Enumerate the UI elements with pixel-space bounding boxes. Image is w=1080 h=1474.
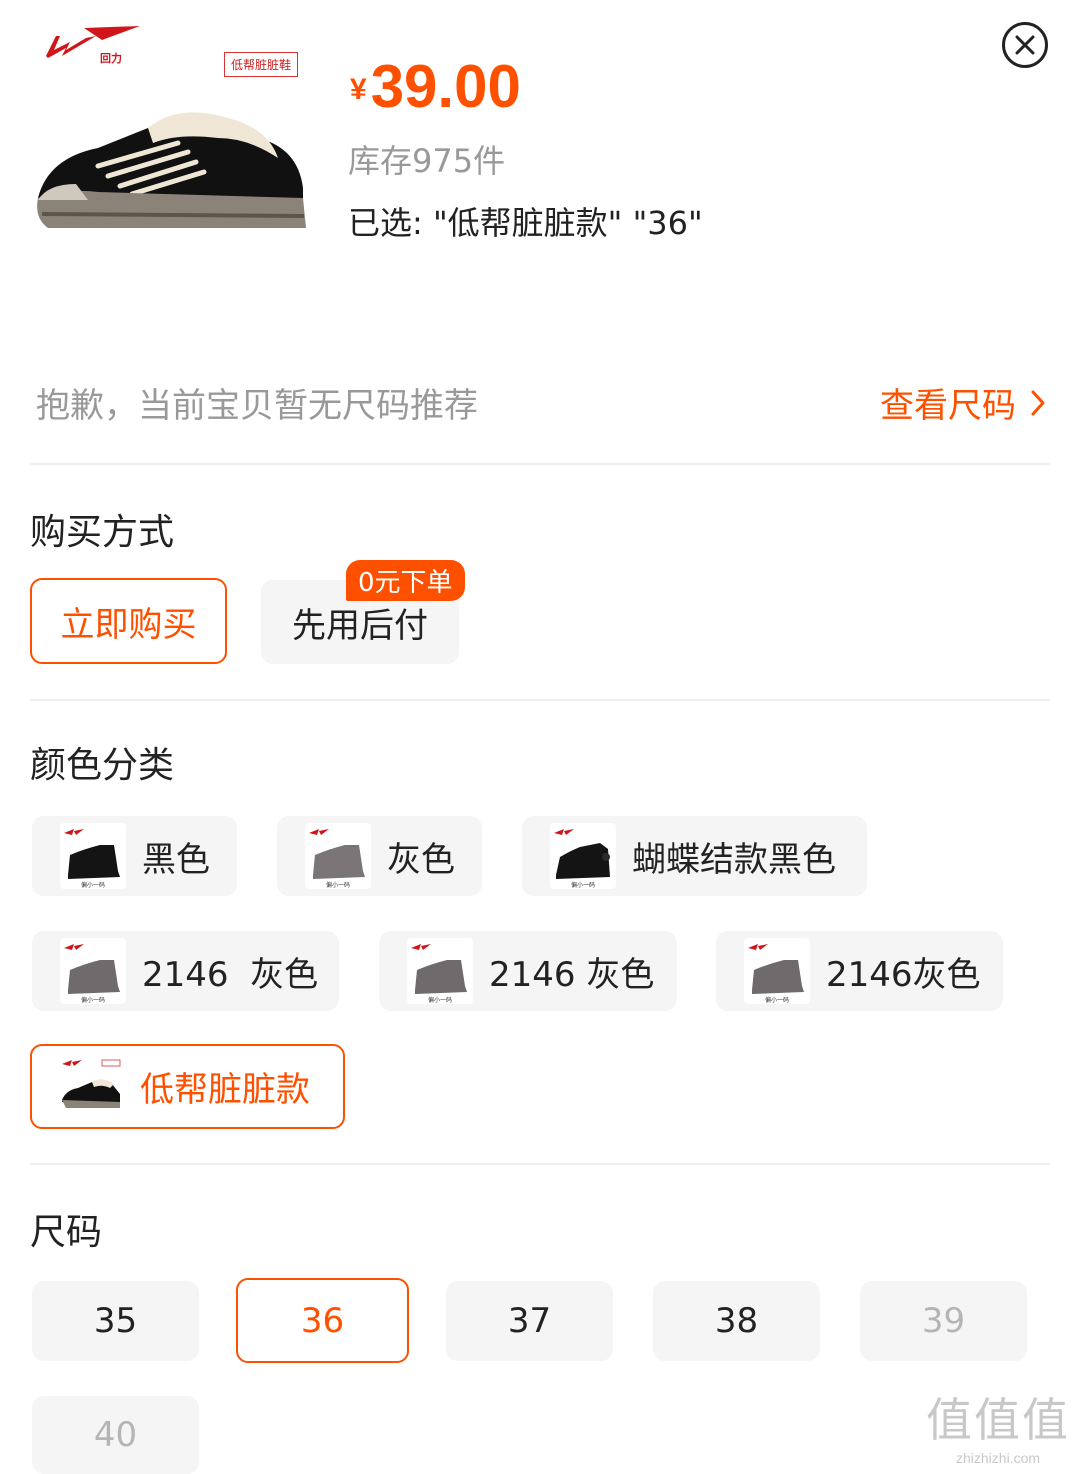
watermark-logo: 值值值 — [926, 1393, 1070, 1447]
pay-later-label: 先用后付 — [292, 605, 428, 646]
svg-text:偏小一码: 偏小一码 — [765, 996, 789, 1004]
color-option-label: 灰色 — [387, 839, 455, 880]
size-option-label: 35 — [93, 1301, 138, 1341]
size-title: 尺码 — [30, 1212, 103, 1253]
black-bow-boot-thumb-icon: 偏小一码 — [550, 823, 616, 889]
svg-text:偏小一码: 偏小一码 — [81, 996, 105, 1004]
color-option-gray[interactable]: 偏小一码 灰色 — [277, 816, 482, 896]
size-option-label: 39 — [921, 1301, 966, 1341]
product-header: 回力 低帮脏脏鞋 ¥39.00 库存975件 已选: "低帮脏脏款" "36" — [0, 0, 1080, 340]
svg-text:偏小一码: 偏小一码 — [428, 996, 452, 1004]
purchase-method-title: 购买方式 — [30, 512, 175, 553]
svg-text:偏小一码: 偏小一码 — [326, 881, 350, 889]
size-option-label: 37 — [507, 1301, 552, 1341]
size-option-36[interactable]: 36 — [236, 1278, 409, 1363]
size-recommendation: 抱歉，当前宝贝暂无尺码推荐 查看尺码 — [36, 378, 1046, 428]
size-recommendation-message: 抱歉，当前宝贝暂无尺码推荐 — [36, 386, 478, 426]
size-option-label: 36 — [300, 1300, 345, 1341]
price: ¥39.00 — [350, 52, 521, 121]
size-option-label: 38 — [714, 1301, 759, 1341]
color-option-lowtop-dirty[interactable]: 低帮脏脏款 — [30, 1044, 345, 1129]
close-button[interactable] — [1002, 22, 1048, 68]
watermark: 值值值 zhizhizhi.com — [926, 1384, 1070, 1466]
size-option-38[interactable]: 38 — [653, 1281, 820, 1361]
chevron-right-icon — [1031, 390, 1045, 415]
size-option-35[interactable]: 35 — [32, 1281, 199, 1361]
lowtop-sneaker-thumb-icon — [58, 1053, 124, 1120]
divider — [30, 463, 1050, 465]
size-option-40: 40 — [32, 1396, 199, 1474]
size-option-37[interactable]: 37 — [446, 1281, 613, 1361]
stock-count: 库存975件 — [348, 142, 506, 180]
close-icon — [1015, 35, 1035, 55]
view-size-chart-label: 查看尺码 — [880, 386, 1016, 426]
gray-boot-thumb-icon: 偏小一码 — [744, 938, 810, 1004]
color-option-2146-gray-a[interactable]: 偏小一码 2146 灰色 — [32, 931, 339, 1011]
svg-text:偏小一码: 偏小一码 — [81, 881, 105, 889]
color-option-label: 2146 灰色 — [142, 954, 319, 995]
black-boot-thumb-icon: 偏小一码 — [60, 823, 126, 889]
size-option-39: 39 — [860, 1281, 1027, 1361]
brand-logo — [46, 26, 140, 58]
price-amount: 39.00 — [370, 53, 521, 120]
color-option-bow-black[interactable]: 偏小一码 蝴蝶结款黑色 — [522, 816, 867, 896]
divider — [30, 699, 1050, 701]
color-option-label: 低帮脏脏款 — [140, 1070, 310, 1110]
buy-now-label: 立即购买 — [60, 604, 197, 645]
color-option-label: 黑色 — [142, 839, 210, 880]
product-image: 回力 低帮脏脏鞋 — [28, 18, 318, 308]
view-size-chart-link[interactable]: 查看尺码 — [880, 378, 1046, 427]
product-tag: 低帮脏脏鞋 — [224, 52, 299, 77]
size-option-label: 40 — [93, 1415, 138, 1455]
color-option-label: 2146 灰色 — [489, 954, 655, 995]
gray-boot-thumb-icon: 偏小一码 — [60, 938, 126, 1004]
color-option-black[interactable]: 偏小一码 黑色 — [32, 816, 237, 896]
color-category-title: 颜色分类 — [30, 745, 175, 786]
lowtop-sneaker-image — [37, 112, 306, 228]
zero-down-badge: 0元下单 — [346, 560, 465, 601]
gray-boot-thumb-icon: 偏小一码 — [305, 823, 371, 889]
color-option-2146-gray-b[interactable]: 偏小一码 2146 灰色 — [379, 931, 677, 1011]
svg-text:偏小一码: 偏小一码 — [571, 881, 595, 889]
color-option-label: 蝴蝶结款黑色 — [632, 839, 836, 880]
color-option-label: 2146灰色 — [826, 954, 981, 995]
brand-logo-text: 回力 — [100, 52, 122, 65]
price-currency: ¥ — [350, 73, 367, 106]
buy-now-option[interactable]: 立即购买 — [30, 578, 227, 664]
watermark-url: zhizhizhi.com — [955, 1450, 1041, 1466]
gray-boot-thumb-icon: 偏小一码 — [407, 938, 473, 1004]
color-option-2146-gray-c[interactable]: 偏小一码 2146灰色 — [716, 931, 1003, 1011]
selected-summary: 已选: "低帮脏脏款" "36" — [348, 204, 703, 242]
divider — [30, 1163, 1050, 1165]
